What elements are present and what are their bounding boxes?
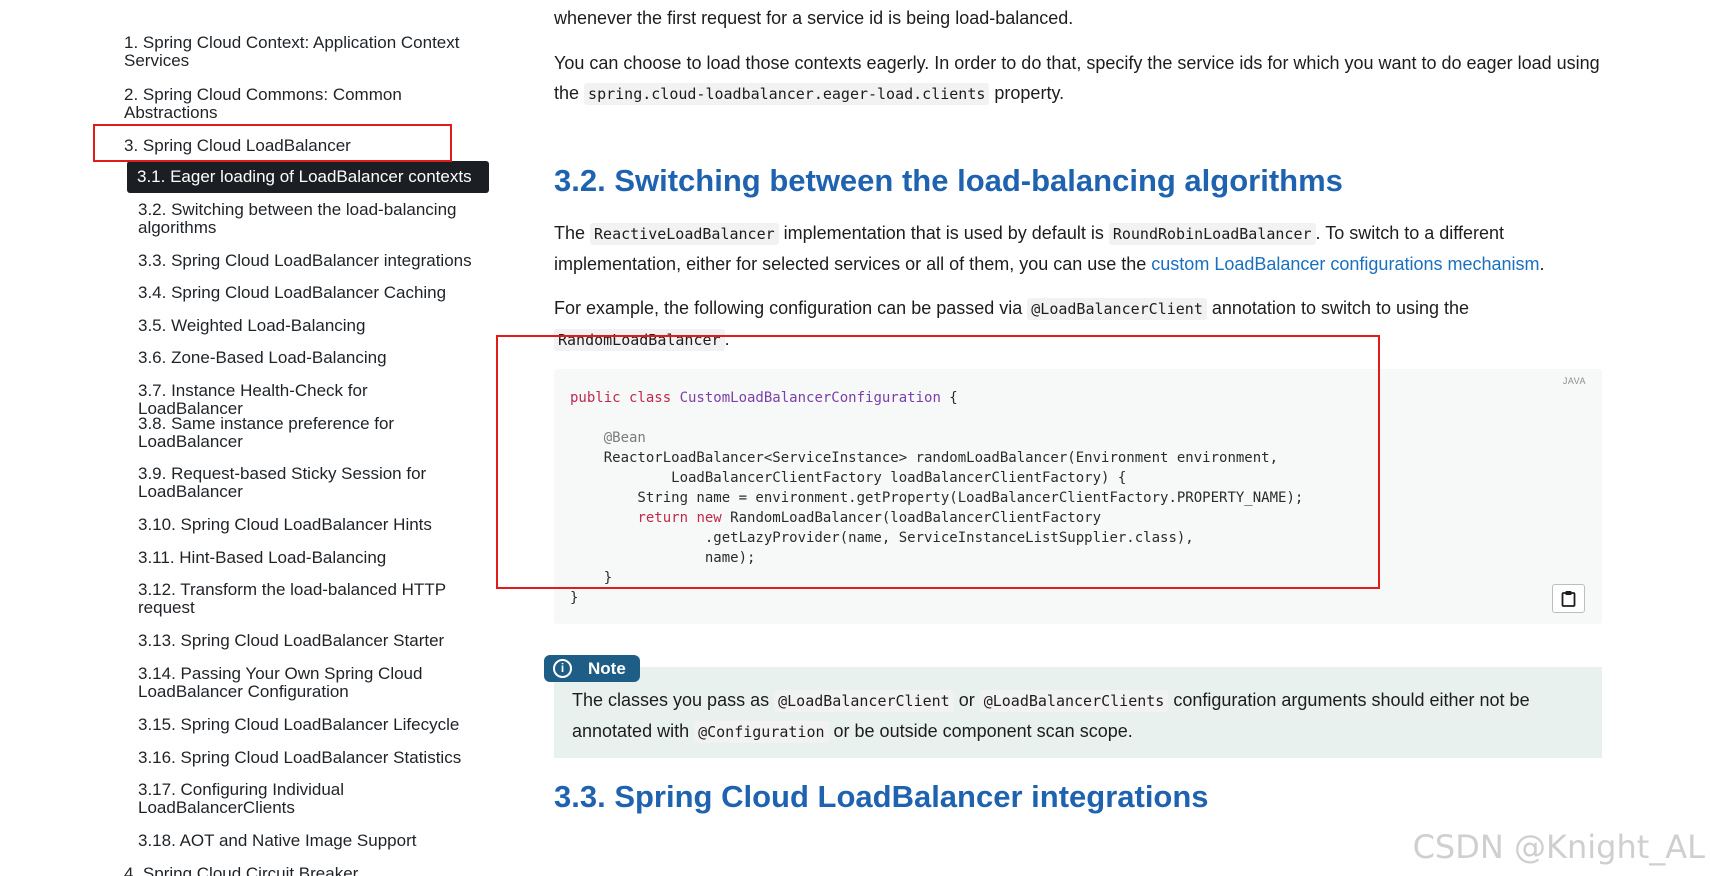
inline-code-note-loadbalancerclients: @LoadBalancerClients <box>979 690 1169 712</box>
inline-code-eager-load-clients: spring.cloud-loadbalancer.eager-load.cli… <box>584 83 990 105</box>
toc-item-starter[interactable]: 3.13. Spring Cloud LoadBalancer Starter <box>138 632 473 650</box>
toc-item-integrations[interactable]: 3.3. Spring Cloud LoadBalancer integrati… <box>138 252 473 270</box>
toc-item-health-check[interactable]: 3.7. Instance Health-Check for LoadBalan… <box>138 382 473 418</box>
note-label: Note <box>588 659 626 678</box>
doc-content: whenever the first request for a service… <box>496 0 1710 876</box>
inline-code-roundrobin-loadbalancer: RoundRobinLoadBalancer <box>1108 223 1316 245</box>
toc-item-own-config[interactable]: 3.14. Passing Your Own Spring Cloud Load… <box>138 665 473 701</box>
inline-code-note-configuration: @Configuration <box>694 721 829 743</box>
inline-code-note-loadbalancerclient: @LoadBalancerClient <box>774 690 954 712</box>
highlight-box-toc <box>93 124 452 162</box>
copy-code-button[interactable] <box>1552 584 1585 613</box>
paragraph-eager-load: You can choose to load those contexts ea… <box>554 53 1600 105</box>
highlight-box-code <box>496 335 1380 589</box>
code-language-label: JAVA <box>1562 376 1586 386</box>
note-text: The classes you pass as @LoadBalancerCli… <box>572 690 1530 743</box>
toc-item-hint-based[interactable]: 3.11. Hint-Based Load-Balancing <box>138 549 473 567</box>
toc-item-eager-loading[interactable]: 3.1. Eager loading of LoadBalancer conte… <box>127 161 489 193</box>
toc-item-context[interactable]: 1. Spring Cloud Context: Application Con… <box>124 34 469 70</box>
info-icon: i <box>553 659 572 678</box>
toc-item-sticky-session[interactable]: 3.9. Request-based Sticky Session for Lo… <box>138 465 473 501</box>
note-admonition: The classes you pass as @LoadBalancerCli… <box>554 667 1602 758</box>
toc-item-same-instance[interactable]: 3.8. Same instance preference for LoadBa… <box>138 415 473 451</box>
toc-item-weighted[interactable]: 3.5. Weighted Load-Balancing <box>138 317 473 335</box>
heading-loadbalancer-integrations: 3.3. Spring Cloud LoadBalancer integrati… <box>554 779 1209 814</box>
toc-item-statistics[interactable]: 3.16. Spring Cloud LoadBalancer Statisti… <box>138 749 473 767</box>
inline-code-loadbalancerclient: @LoadBalancerClient <box>1027 298 1207 320</box>
toc-item-zone-based[interactable]: 3.6. Zone-Based Load-Balancing <box>138 349 473 367</box>
toc-item-individual-clients[interactable]: 3.17. Configuring Individual LoadBalance… <box>138 781 473 817</box>
toc-item-switching[interactable]: 3.2. Switching between the load-balancin… <box>138 201 473 237</box>
link-custom-configurations[interactable]: custom LoadBalancer configurations mecha… <box>1151 254 1539 274</box>
inline-code-reactive-loadbalancer: ReactiveLoadBalancer <box>590 223 779 245</box>
heading-switching-algorithms: 3.2. Switching between the load-balancin… <box>554 163 1343 198</box>
toc-item-circuit-breaker[interactable]: 4. Spring Cloud Circuit Breaker <box>124 865 469 876</box>
paragraph-switching: The ReactiveLoadBalancer implementation … <box>554 223 1545 274</box>
toc-item-aot[interactable]: 3.18. AOT and Native Image Support <box>138 832 473 850</box>
toc-sidebar: 1. Spring Cloud Context: Application Con… <box>0 0 500 876</box>
paragraph-intro: whenever the first request for a service… <box>554 8 1074 28</box>
clipboard-icon <box>1561 591 1576 607</box>
toc-item-lifecycle[interactable]: 3.15. Spring Cloud LoadBalancer Lifecycl… <box>138 716 473 734</box>
note-badge: i Note <box>544 655 640 682</box>
watermark: CSDN @Knight_AL <box>1412 828 1705 866</box>
toc-item-hints[interactable]: 3.10. Spring Cloud LoadBalancer Hints <box>138 516 473 534</box>
toc-item-transform[interactable]: 3.12. Transform the load-balanced HTTP r… <box>138 581 473 617</box>
toc-item-commons[interactable]: 2. Spring Cloud Commons: Common Abstract… <box>124 86 469 122</box>
toc-item-caching[interactable]: 3.4. Spring Cloud LoadBalancer Caching <box>138 284 473 302</box>
